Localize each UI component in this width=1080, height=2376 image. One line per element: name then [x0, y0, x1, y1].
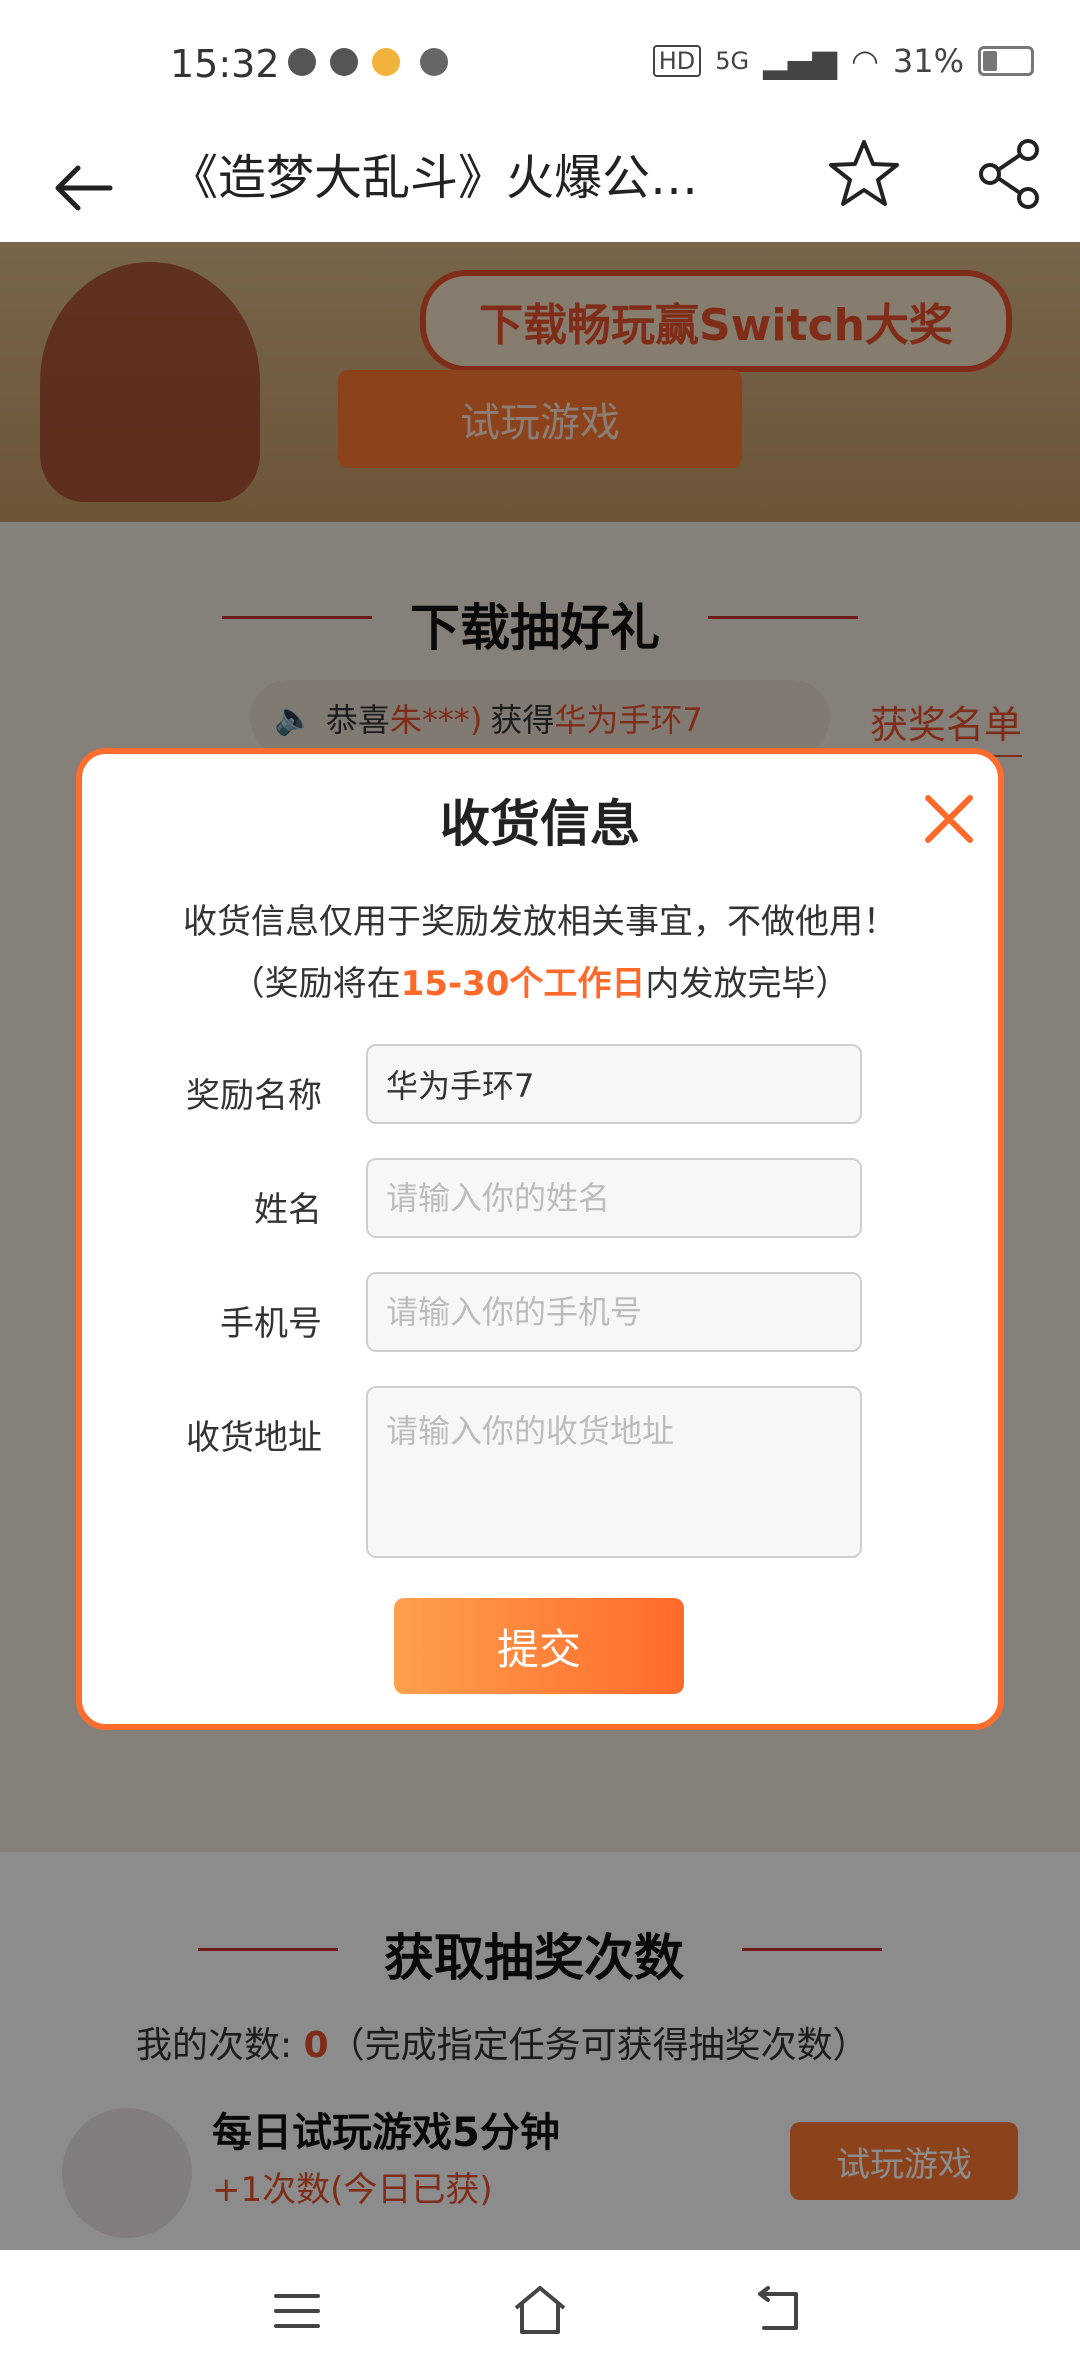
share-icon[interactable]	[972, 136, 1048, 212]
star-icon[interactable]	[826, 136, 902, 212]
wifi-icon: ◠	[850, 42, 879, 80]
reward-field[interactable]	[366, 1044, 862, 1124]
reward-label: 奖励名称	[186, 1076, 322, 1116]
signal-icon: ▂▄▆	[763, 42, 837, 80]
status-right: HD 5G ▂▄▆ ◠ 31%	[652, 42, 1034, 80]
page-title: 《造梦大乱斗》火爆公…	[170, 150, 699, 206]
location-icon	[420, 48, 448, 76]
hd-icon: HD	[652, 45, 702, 77]
dialog-title: 收货信息	[440, 795, 640, 853]
menu-icon[interactable]	[272, 2286, 322, 2336]
app-notification-icon	[330, 48, 358, 76]
name-field[interactable]	[366, 1158, 862, 1238]
close-icon[interactable]	[920, 790, 978, 848]
status-bar: 15:32 HD 5G ▂▄▆ ◠ 31%	[0, 0, 1080, 130]
wechat-icon	[288, 48, 316, 76]
system-nav-bar	[0, 2250, 1080, 2376]
home-icon[interactable]	[510, 2282, 570, 2338]
network-label: 5G	[715, 47, 750, 75]
submit-button[interactable]: 提交	[394, 1598, 684, 1694]
phone-label: 手机号	[220, 1304, 322, 1344]
back-arrow-icon[interactable]	[44, 148, 124, 228]
note-suffix: 内发放完毕）	[645, 964, 850, 1004]
back-nav-icon[interactable]	[752, 2284, 806, 2338]
address-label: 收货地址	[186, 1418, 322, 1458]
note-prefix: （奖励将在	[230, 964, 401, 1004]
battery-icon	[978, 46, 1034, 76]
game-app-icon	[372, 48, 400, 76]
note-highlight: 15-30个工作日	[400, 964, 646, 1004]
name-label: 姓名	[254, 1190, 322, 1230]
shipping-info-dialog: 收货信息 收货信息仅用于奖励发放相关事宜，不做他用！ （奖励将在15-30个工作…	[76, 748, 1004, 1730]
battery-label: 31%	[892, 42, 964, 80]
dialog-description: 收货信息仅用于奖励发放相关事宜，不做他用！	[183, 902, 897, 942]
address-field[interactable]	[366, 1386, 862, 1558]
dialog-note: （奖励将在15-30个工作日内发放完毕）	[82, 956, 998, 1005]
phone-field[interactable]	[366, 1272, 862, 1352]
status-time: 15:32	[170, 42, 280, 86]
